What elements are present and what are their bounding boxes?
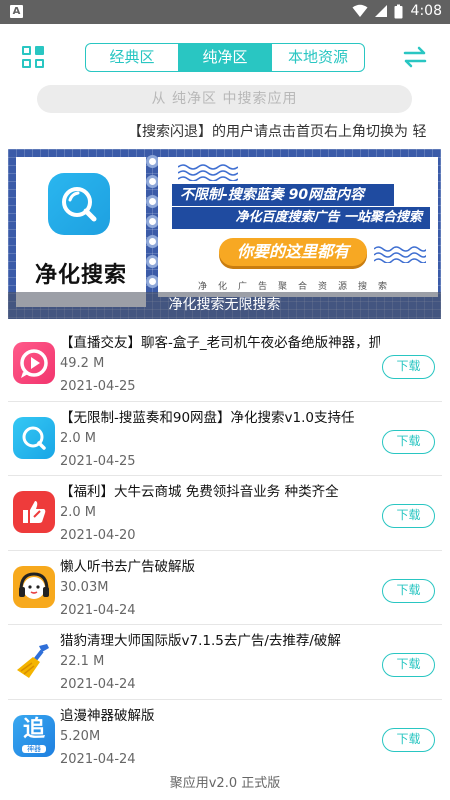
app-date: 2021-04-24 xyxy=(60,602,136,618)
banner-headline-2: 净化百度搜索广告 一站聚合搜索 xyxy=(172,207,430,229)
tab-classic[interactable]: 经典区 xyxy=(86,44,179,71)
search-logo-icon xyxy=(48,173,110,235)
live-chat-app-icon xyxy=(13,342,55,384)
app-list: 【直播交友】聊客-盒子_老司机午夜必备绝版神器，抓 49.2 M 2021-04… xyxy=(0,327,450,774)
tab-clean[interactable]: 纯净区 xyxy=(179,44,272,71)
app-size: 22.1 M xyxy=(60,654,105,669)
download-button[interactable]: 下载 xyxy=(382,355,435,379)
list-item[interactable]: 【直播交友】聊客-盒子_老司机午夜必备绝版神器，抓 49.2 M 2021-04… xyxy=(8,327,442,402)
app-name: 猎豹清理大师国际版v7.1.5去广告/去推荐/破解 xyxy=(60,633,341,649)
wifi-icon xyxy=(352,4,368,17)
headphones-app-icon xyxy=(13,565,55,608)
app-name: 追漫神器破解版 xyxy=(60,707,155,724)
banner-caption: 净化搜索无限搜索 xyxy=(8,292,441,319)
download-button[interactable]: 下载 xyxy=(382,429,435,454)
banner-headline-1: 不限制-搜索蓝奏 90网盘内容 xyxy=(172,184,394,206)
banner-brand: 净化搜索 xyxy=(34,263,127,288)
app-name: 懒人听书去广告破解版 xyxy=(60,558,195,575)
app-date: 2021-04-24 xyxy=(60,677,136,692)
app-name: 【直播交友】聊客-盒子_老司机午夜必备绝版神器，抓 xyxy=(60,335,380,351)
category-grid-icon[interactable] xyxy=(22,46,44,68)
app-name: 【无限制-搜蓝奏和90网盘】净化搜索v1.0支持任 xyxy=(60,409,355,426)
search-input[interactable]: 从 纯净区 中搜索应用 xyxy=(37,85,412,113)
app-date: 2021-04-20 xyxy=(60,528,136,543)
search-app-icon xyxy=(13,416,55,459)
list-item[interactable]: 【无限制-搜蓝奏和90网盘】净化搜索v1.0支持任 2.0 M 2021-04-… xyxy=(8,402,442,476)
download-button[interactable]: 下载 xyxy=(382,727,435,752)
list-item[interactable]: 懒人听书去广告破解版 30.03M 2021-04-24 下载 xyxy=(8,551,442,625)
comic-icon-glyph: 追 xyxy=(22,716,45,742)
promo-banner[interactable]: 净化搜索 不限制-搜索蓝奏 90网盘内容 净化百度搜索广告 一站聚合搜索 你要的… xyxy=(8,149,441,319)
signal-icon xyxy=(374,5,387,17)
banner-left-card: 净化搜索 xyxy=(16,157,146,307)
app-date: 2021-04-25 xyxy=(60,379,136,394)
app-size: 2.0 M xyxy=(60,505,97,520)
app-size: 5.20M xyxy=(60,728,101,744)
list-item[interactable]: 【福利】大牛云商城 免费领抖音业务 种类齐全 2.0 M 2021-04-20 … xyxy=(8,476,442,551)
zone-tabs: 经典区 纯净区 本地资源 xyxy=(85,43,365,72)
app-date: 2021-04-24 xyxy=(60,751,136,767)
app-date: 2021-04-25 xyxy=(60,453,136,469)
list-item[interactable]: 猎豹清理大师国际版v7.1.5去广告/去推荐/破解 22.1 M 2021-04… xyxy=(8,625,442,700)
download-button[interactable]: 下载 xyxy=(382,504,435,528)
broom-app-icon xyxy=(13,640,55,682)
app-notification-icon: A xyxy=(10,5,23,18)
wave-decoration xyxy=(374,246,426,263)
download-button[interactable]: 下载 xyxy=(382,653,435,677)
version-footer: 聚应用v2.0 正式版 xyxy=(169,776,281,791)
tab-local-resources[interactable]: 本地资源 xyxy=(272,44,364,71)
battery-icon xyxy=(394,4,403,18)
banner-pill: 你要的这里都有 xyxy=(219,238,367,266)
download-button[interactable]: 下载 xyxy=(382,578,435,603)
switch-icon[interactable] xyxy=(402,44,428,70)
comic-app-icon: 追 神器 xyxy=(13,714,55,757)
app-name: 【福利】大牛云商城 免费领抖音业务 种类齐全 xyxy=(60,484,339,500)
list-item[interactable]: 追 神器 追漫神器破解版 5.20M 2021-04-24 下载 xyxy=(8,700,442,775)
app-size: 2.0 M xyxy=(60,430,97,446)
app-size: 30.03M xyxy=(60,579,109,595)
app-size: 49.2 M xyxy=(60,356,105,371)
wave-decoration xyxy=(178,164,238,181)
thumbs-up-app-icon xyxy=(13,491,55,533)
notice-marquee: 【搜索闪退】的用户请点击首页右上角切换为 轻 xyxy=(128,124,427,140)
comic-icon-subtext: 神器 xyxy=(22,744,46,753)
status-bar: A 4:08 xyxy=(0,0,450,24)
clock: 4:08 xyxy=(410,3,442,19)
banner-small-text: 净化广告聚合资源搜索 xyxy=(198,282,399,292)
status-icons: 4:08 xyxy=(352,3,442,19)
